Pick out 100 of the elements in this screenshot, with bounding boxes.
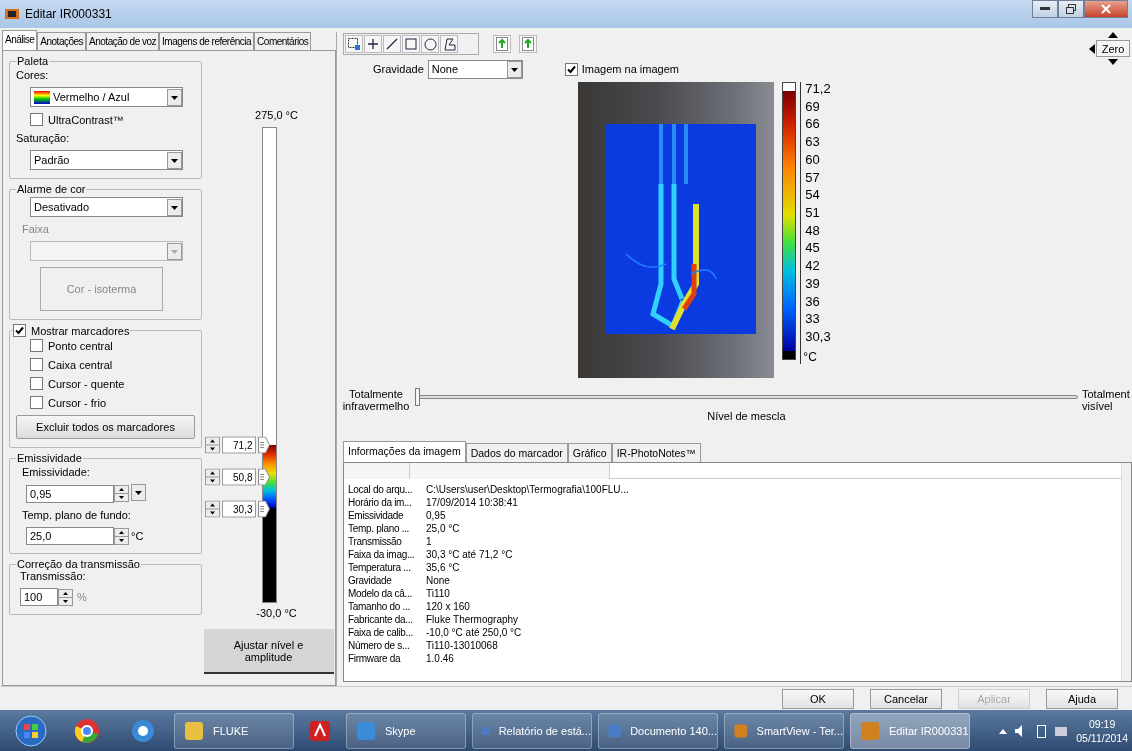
tick-label: 69: [804, 99, 821, 114]
scrollbar[interactable]: [1121, 463, 1131, 681]
field-label: Emissividade:: [22, 466, 91, 478]
alarm-dropdown[interactable]: Desativado: [30, 197, 183, 217]
close-button[interactable]: [1084, 0, 1128, 18]
checkbox[interactable]: [30, 358, 43, 371]
checkbox[interactable]: [564, 62, 578, 76]
blend-slider[interactable]: [415, 388, 1078, 406]
point-tool[interactable]: [364, 35, 382, 53]
tick-label: 60: [804, 152, 821, 167]
window-title: Editar IR000331: [25, 7, 113, 21]
caret-icon: [131, 484, 146, 501]
scale-handle[interactable]: 50,8: [204, 468, 270, 486]
slider-thumb[interactable]: [415, 388, 420, 406]
restore-icon: [1066, 4, 1076, 14]
tab[interactable]: Imagens de referência: [159, 32, 255, 50]
scale-handle[interactable]: 30,3: [204, 500, 270, 518]
select-tool[interactable]: [345, 35, 363, 53]
input-field[interactable]: 25,0: [26, 527, 114, 545]
checkbox[interactable]: [30, 396, 43, 409]
palette-dropdown[interactable]: Vermelho / Azul: [30, 87, 183, 107]
table-cell-text: Faixa da imag...: [348, 548, 416, 561]
tick-label: 42: [804, 259, 821, 274]
checkbox[interactable]: [13, 324, 26, 337]
left-arrow-icon[interactable]: [1088, 42, 1096, 55]
rotate-right-button[interactable]: [519, 35, 537, 53]
tab[interactable]: Comentários: [254, 32, 312, 50]
table-cell: C:\Users\user\Desktop\Termografia\100FLU...: [426, 483, 629, 496]
taskbar-item[interactable]: FLUKE: [174, 712, 294, 749]
spinner-icon[interactable]: [204, 436, 220, 454]
spinner-icon[interactable]: [204, 468, 220, 486]
start-icon[interactable]: [15, 714, 47, 747]
table-cell-text: Gravidade: [348, 574, 393, 587]
tab[interactable]: Anotação de voz: [86, 32, 160, 50]
spinner-icon[interactable]: [204, 500, 220, 518]
table-cell-text: Local do arqu...: [348, 483, 414, 496]
delete-markers-button[interactable]: Excluir todos os marcadores: [16, 415, 195, 439]
tab[interactable]: Anotações: [37, 32, 87, 50]
adjust-level-button[interactable]: Ajustar nível e amplitude: [203, 629, 334, 674]
palette-icon: [34, 90, 50, 104]
slider-label: Totalment visível: [1082, 388, 1131, 412]
group-title: Paleta: [16, 55, 50, 67]
zero-button[interactable]: Zero: [1096, 40, 1130, 57]
field-label: Transmissão:: [20, 570, 87, 582]
polygon-tool[interactable]: [440, 35, 458, 53]
rotate-left-button[interactable]: [493, 35, 511, 53]
up-arrow-icon[interactable]: [1106, 30, 1120, 40]
field-label: Faixa: [22, 223, 50, 235]
dialog-button[interactable]: Ajuda: [1046, 688, 1118, 709]
dialog-button[interactable]: Cancelar: [870, 688, 942, 709]
app-icon: [859, 719, 881, 742]
dialog-button[interactable]: OK: [782, 688, 854, 709]
tick-label: 39: [804, 276, 821, 291]
group-title: Emissividade: [16, 452, 83, 464]
ellipse-tool[interactable]: [421, 35, 439, 53]
table-cell-text: Número de s...: [348, 639, 411, 652]
checkbox-label: Cursor - frio: [48, 396, 107, 409]
input-field[interactable]: 0,95: [26, 484, 114, 503]
checkbox-label: Mostrar marcadores: [31, 324, 130, 337]
field-label: Cores:: [16, 69, 50, 81]
down-arrow-icon[interactable]: [1106, 57, 1120, 67]
tick-label: 63: [804, 135, 821, 150]
close-icon: [1101, 4, 1111, 14]
slider-label: Totalmente infravermelho: [341, 388, 411, 412]
minimize-button[interactable]: [1032, 0, 1058, 18]
input-field[interactable]: 100: [20, 588, 58, 606]
restore-button[interactable]: [1058, 0, 1084, 18]
checkbox-label: Caixa central: [48, 358, 113, 371]
tick-label: 51: [804, 206, 821, 221]
polygon-icon: [442, 37, 456, 51]
grip-icon: [257, 436, 270, 454]
taskbar-item[interactable]: Skype: [346, 712, 466, 749]
circle-icon: [423, 37, 437, 51]
group-title: Alarme de cor: [16, 183, 87, 195]
color-scale-bar[interactable]: [261, 127, 277, 603]
taskbar-item[interactable]: SmartView - Ter...: [724, 712, 844, 749]
spinner-icon[interactable]: [58, 588, 73, 606]
gravity-dropdown[interactable]: None: [427, 59, 523, 79]
spinner-icon[interactable]: [114, 527, 129, 545]
scale-handle[interactable]: 71,2: [204, 436, 270, 454]
tab[interactable]: Análise: [2, 30, 38, 50]
taskbar-item[interactable]: Documento 140...: [598, 712, 718, 749]
clock[interactable]: 09:19 05/11/2014: [1076, 716, 1128, 745]
taskbar-item[interactable]: Relatório de está...: [472, 712, 592, 749]
table-cell-text: Fabricante da...: [348, 613, 414, 626]
line-tool[interactable]: [383, 35, 401, 53]
up-arrow-icon[interactable]: [999, 727, 1008, 734]
checkbox[interactable]: [30, 377, 43, 390]
checkbox-label: Ponto central: [48, 339, 113, 352]
spinner-icon[interactable]: [114, 485, 129, 502]
table-cell-text: Temperatura ...: [348, 561, 412, 574]
battery-icon[interactable]: [1037, 723, 1047, 738]
tab[interactable]: Informações da imagem: [343, 441, 466, 462]
pdf-icon[interactable]: [308, 718, 332, 743]
checkbox[interactable]: [30, 113, 43, 126]
checkbox-label: UltraContrast™: [48, 113, 124, 126]
grip-icon: [257, 468, 270, 486]
checkbox[interactable]: [30, 339, 43, 352]
tick-label: 54: [804, 188, 821, 203]
saturation-dropdown[interactable]: Padrão: [30, 150, 183, 170]
